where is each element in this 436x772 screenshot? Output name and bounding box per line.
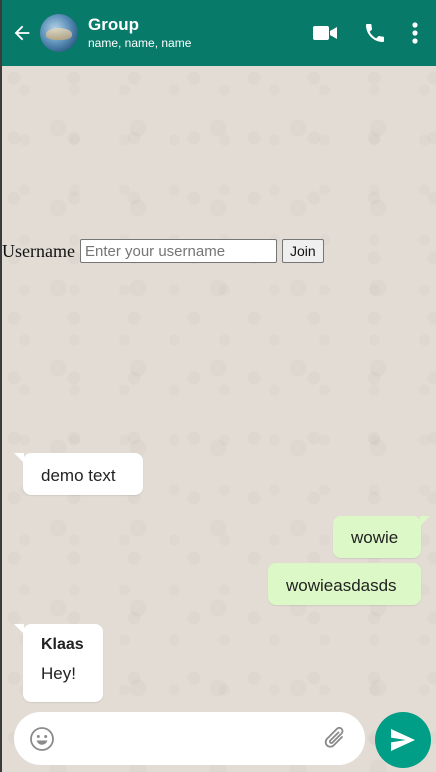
- username-label: Username: [2, 240, 75, 261]
- chat-header: Group name, name, name: [2, 0, 436, 66]
- message-text: wowieasdasds: [286, 576, 397, 595]
- message-bubble-incoming: demo text: [14, 453, 143, 495]
- message-sender: Klaas: [41, 636, 84, 653]
- more-vertical-icon: [412, 22, 418, 44]
- message-text: wowie: [351, 528, 399, 547]
- group-name: Group: [88, 14, 139, 34]
- join-button[interactable]: Join: [281, 239, 324, 263]
- back-arrow-icon: [14, 25, 30, 41]
- group-members: name, name, name: [88, 36, 192, 51]
- message-input[interactable]: [57, 718, 321, 759]
- send-icon: [391, 729, 415, 751]
- attach-icon: [324, 726, 344, 748]
- message-text: demo text: [41, 466, 116, 485]
- message-composer: [14, 712, 365, 765]
- group-avatar[interactable]: [40, 14, 78, 52]
- chat-title-block[interactable]: Group name, name, name: [88, 15, 300, 51]
- message-bubble-incoming: Klaas Hey!: [14, 624, 103, 702]
- message-bubble-outgoing: wowieasdasds: [268, 563, 421, 605]
- username-input[interactable]: [79, 239, 277, 263]
- attach-button[interactable]: [321, 724, 351, 754]
- emoji-button[interactable]: [27, 724, 57, 754]
- phone-call-button[interactable]: [350, 13, 400, 53]
- video-call-icon: [313, 26, 337, 40]
- emoji-icon: [30, 726, 54, 751]
- phone-icon: [366, 24, 384, 42]
- more-options-button[interactable]: [400, 13, 430, 53]
- back-button[interactable]: [4, 13, 40, 53]
- video-call-button[interactable]: [300, 13, 350, 53]
- message-bubble-outgoing: wowie: [333, 516, 430, 558]
- join-form: Username Join: [2, 239, 324, 263]
- header-actions: [300, 13, 430, 53]
- send-button[interactable]: [375, 712, 431, 768]
- message-text: Hey!: [41, 664, 76, 683]
